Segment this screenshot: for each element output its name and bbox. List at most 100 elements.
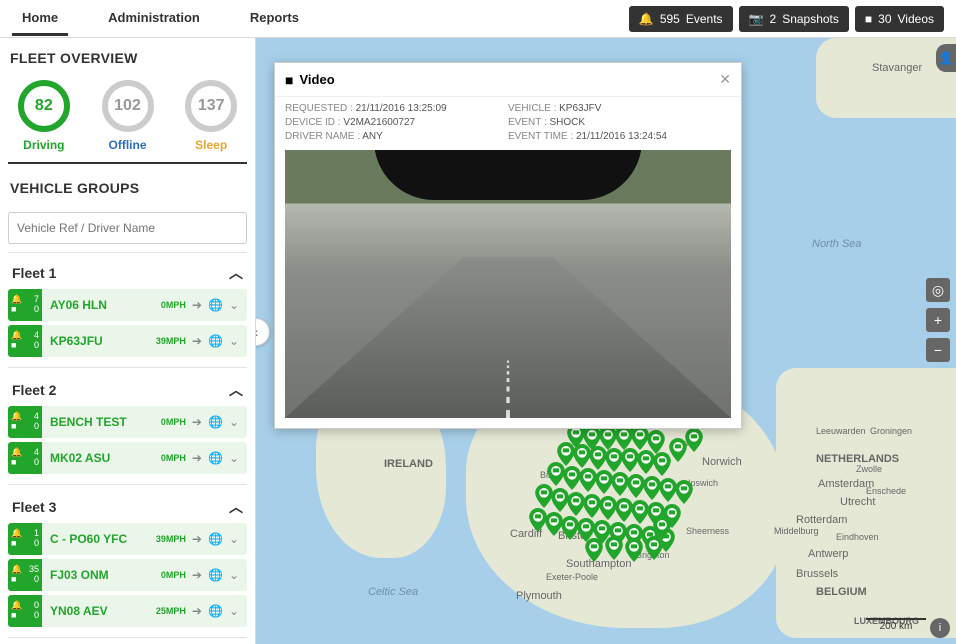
camera-icon: ■ <box>11 539 16 549</box>
globe-icon[interactable]: 🌐 <box>208 334 223 348</box>
videocam-icon: ■ <box>285 72 293 88</box>
map-pin[interactable] <box>624 538 644 562</box>
map-label-middelburg: Middelburg <box>774 526 819 536</box>
ring-offline[interactable]: 102 Offline <box>92 80 164 152</box>
search-input[interactable] <box>8 212 247 244</box>
globe-icon[interactable]: 🌐 <box>208 415 223 429</box>
locate-button[interactable]: ◎ <box>926 278 950 302</box>
camera-icon: ■ <box>11 458 16 468</box>
vehicle-name: YN08 AEV <box>42 595 156 627</box>
chevron-down-icon[interactable]: ⌄ <box>229 298 239 312</box>
vehicle-row[interactable]: 🔔1■0C - PO60 YFC39MPH➔🌐⌄ <box>8 523 247 555</box>
group-name: Fleet 2 <box>12 382 56 398</box>
arrow-icon[interactable]: ➔ <box>192 604 202 618</box>
chevron-down-icon[interactable]: ⌄ <box>229 334 239 348</box>
map-label-stavanger: Stavanger <box>872 62 922 74</box>
globe-icon[interactable]: 🌐 <box>208 532 223 546</box>
popup-title: Video <box>299 72 719 87</box>
map-label-belgium: BELGIUM <box>816 586 867 598</box>
map-pin[interactable] <box>584 538 604 562</box>
map-pin[interactable] <box>652 516 672 540</box>
zoom-out-button[interactable]: − <box>926 338 950 362</box>
map-label-utrecht: Utrecht <box>840 496 875 508</box>
chevron-down-icon[interactable]: ⌄ <box>229 415 239 429</box>
map-label-ireland: IRELAND <box>384 458 433 470</box>
dashcam-frame <box>285 150 731 418</box>
tab-home[interactable]: Home <box>12 2 68 36</box>
vehicle-group: Fleet 1︿🔔7■0AY06 HLN0MPH➔🌐⌄🔔4■0KP63JFU39… <box>8 253 247 368</box>
collapse-sidebar-button[interactable]: ‹ <box>256 318 270 346</box>
arrow-icon[interactable]: ➔ <box>192 568 202 582</box>
zoom-in-button[interactable]: + <box>926 308 950 332</box>
group-header[interactable]: Fleet 3 ︿ <box>8 487 247 523</box>
video-popup: ■ Video ✕ REQUESTED : 21/11/2016 13:25:0… <box>274 62 742 429</box>
map-label-celtic: Celtic Sea <box>368 586 418 598</box>
vehicle-badge: 🔔7■0 <box>8 289 42 321</box>
globe-icon[interactable]: 🌐 <box>208 568 223 582</box>
map-label-plymouth: Plymouth <box>516 590 562 602</box>
fleet-overview-title: FLEET OVERVIEW <box>8 38 247 74</box>
close-icon[interactable]: ✕ <box>719 71 731 88</box>
globe-icon[interactable]: 🌐 <box>208 298 223 312</box>
group-name: Fleet 1 <box>12 265 56 281</box>
vehicle-group: Fleet 2︿🔔4■0BENCH TEST0MPH➔🌐⌄🔔4■0MK02 AS… <box>8 370 247 485</box>
vehicle-groups-title: VEHICLE GROUPS <box>8 168 247 204</box>
vehicle-badge: 🔔4■0 <box>8 442 42 474</box>
vehicle-row[interactable]: 🔔35■0FJ03 ONM0MPH➔🌐⌄ <box>8 559 247 591</box>
arrow-icon[interactable]: ➔ <box>192 451 202 465</box>
vehicle-group: Fleet 3︿🔔1■0C - PO60 YFC39MPH➔🌐⌄🔔35■0FJ0… <box>8 487 247 638</box>
vehicle-name: KP63JFU <box>42 325 156 357</box>
tab-reports[interactable]: Reports <box>240 2 309 36</box>
chevron-down-icon[interactable]: ⌄ <box>229 532 239 546</box>
camera-icon: ■ <box>11 575 16 585</box>
group-name: Fleet 3 <box>12 499 56 515</box>
user-icon[interactable]: 👤 <box>936 44 956 72</box>
ring-driving[interactable]: 82 Driving <box>8 80 80 152</box>
info-icon[interactable]: i <box>930 618 950 638</box>
chevron-up-icon: ︿ <box>229 263 243 283</box>
vehicle-row[interactable]: 🔔0■0YN08 AEV25MPH➔🌐⌄ <box>8 595 247 627</box>
map-label-norwich: Norwich <box>702 456 742 468</box>
group-header[interactable]: Fleet 2︿ <box>8 370 247 406</box>
events-button[interactable]: 🔔 595 Events <box>629 6 733 32</box>
arrow-icon[interactable]: ➔ <box>192 532 202 546</box>
arrow-icon[interactable]: ➔ <box>192 334 202 348</box>
globe-icon[interactable]: 🌐 <box>208 604 223 618</box>
chevron-down-icon[interactable]: ⌄ <box>229 451 239 465</box>
camera-icon: ■ <box>11 611 16 621</box>
vehicle-name: C - PO60 YFC <box>42 523 156 555</box>
vehicle-speed: 0MPH <box>161 442 192 474</box>
map-label-rotterdam: Rotterdam <box>796 514 847 526</box>
chevron-up-icon: ︿ <box>229 497 243 517</box>
vehicle-speed: 39MPH <box>156 325 192 357</box>
map-pin[interactable] <box>674 480 694 504</box>
popup-meta: REQUESTED : 21/11/2016 13:25:09 VEHICLE … <box>275 97 741 150</box>
camera-icon: ■ <box>11 341 16 351</box>
vehicle-badge: 🔔35■0 <box>8 559 42 591</box>
vehicle-row[interactable]: 🔔4■0KP63JFU39MPH➔🌐⌄ <box>8 325 247 357</box>
sidebar: FLEET OVERVIEW 82 Driving 102 Offline 13… <box>0 38 256 644</box>
vehicle-speed: 39MPH <box>156 523 192 555</box>
arrow-icon[interactable]: ➔ <box>192 298 202 312</box>
map-label-exeter: Exeter-Poole <box>546 572 598 582</box>
group-header[interactable]: Fleet 1 ︿ <box>8 253 247 289</box>
map-pin[interactable] <box>684 428 704 452</box>
globe-icon[interactable]: 🌐 <box>208 451 223 465</box>
vehicle-row[interactable]: 🔔7■0AY06 HLN0MPH➔🌐⌄ <box>8 289 247 321</box>
vehicle-row[interactable]: 🔔4■0BENCH TEST0MPH➔🌐⌄ <box>8 406 247 438</box>
map-label-enschede: Enschede <box>866 486 906 496</box>
vehicle-name: MK02 ASU <box>42 442 161 474</box>
videos-button[interactable]: ■ 30 Videos <box>855 6 944 32</box>
snapshots-button[interactable]: 📷 2 Snapshots <box>739 6 849 32</box>
ring-sleep[interactable]: 137 Sleep <box>175 80 247 152</box>
map-label-leeuwarden: Leeuwarden <box>816 426 866 436</box>
vehicle-row[interactable]: 🔔4■0MK02 ASU0MPH➔ 🌐 ⌄ <box>8 442 247 474</box>
camera-icon: 📷 <box>749 12 764 26</box>
arrow-icon[interactable]: ➔ <box>192 415 202 429</box>
map-scale: 200 km <box>866 618 926 632</box>
chevron-down-icon[interactable]: ⌄ <box>229 604 239 618</box>
map[interactable]: IRELAND NETHERLANDS BELGIUM LUXEMBOURG C… <box>256 38 956 644</box>
tab-administration[interactable]: Administration <box>98 2 210 36</box>
map-pin[interactable] <box>604 536 624 560</box>
chevron-down-icon[interactable]: ⌄ <box>229 568 239 582</box>
